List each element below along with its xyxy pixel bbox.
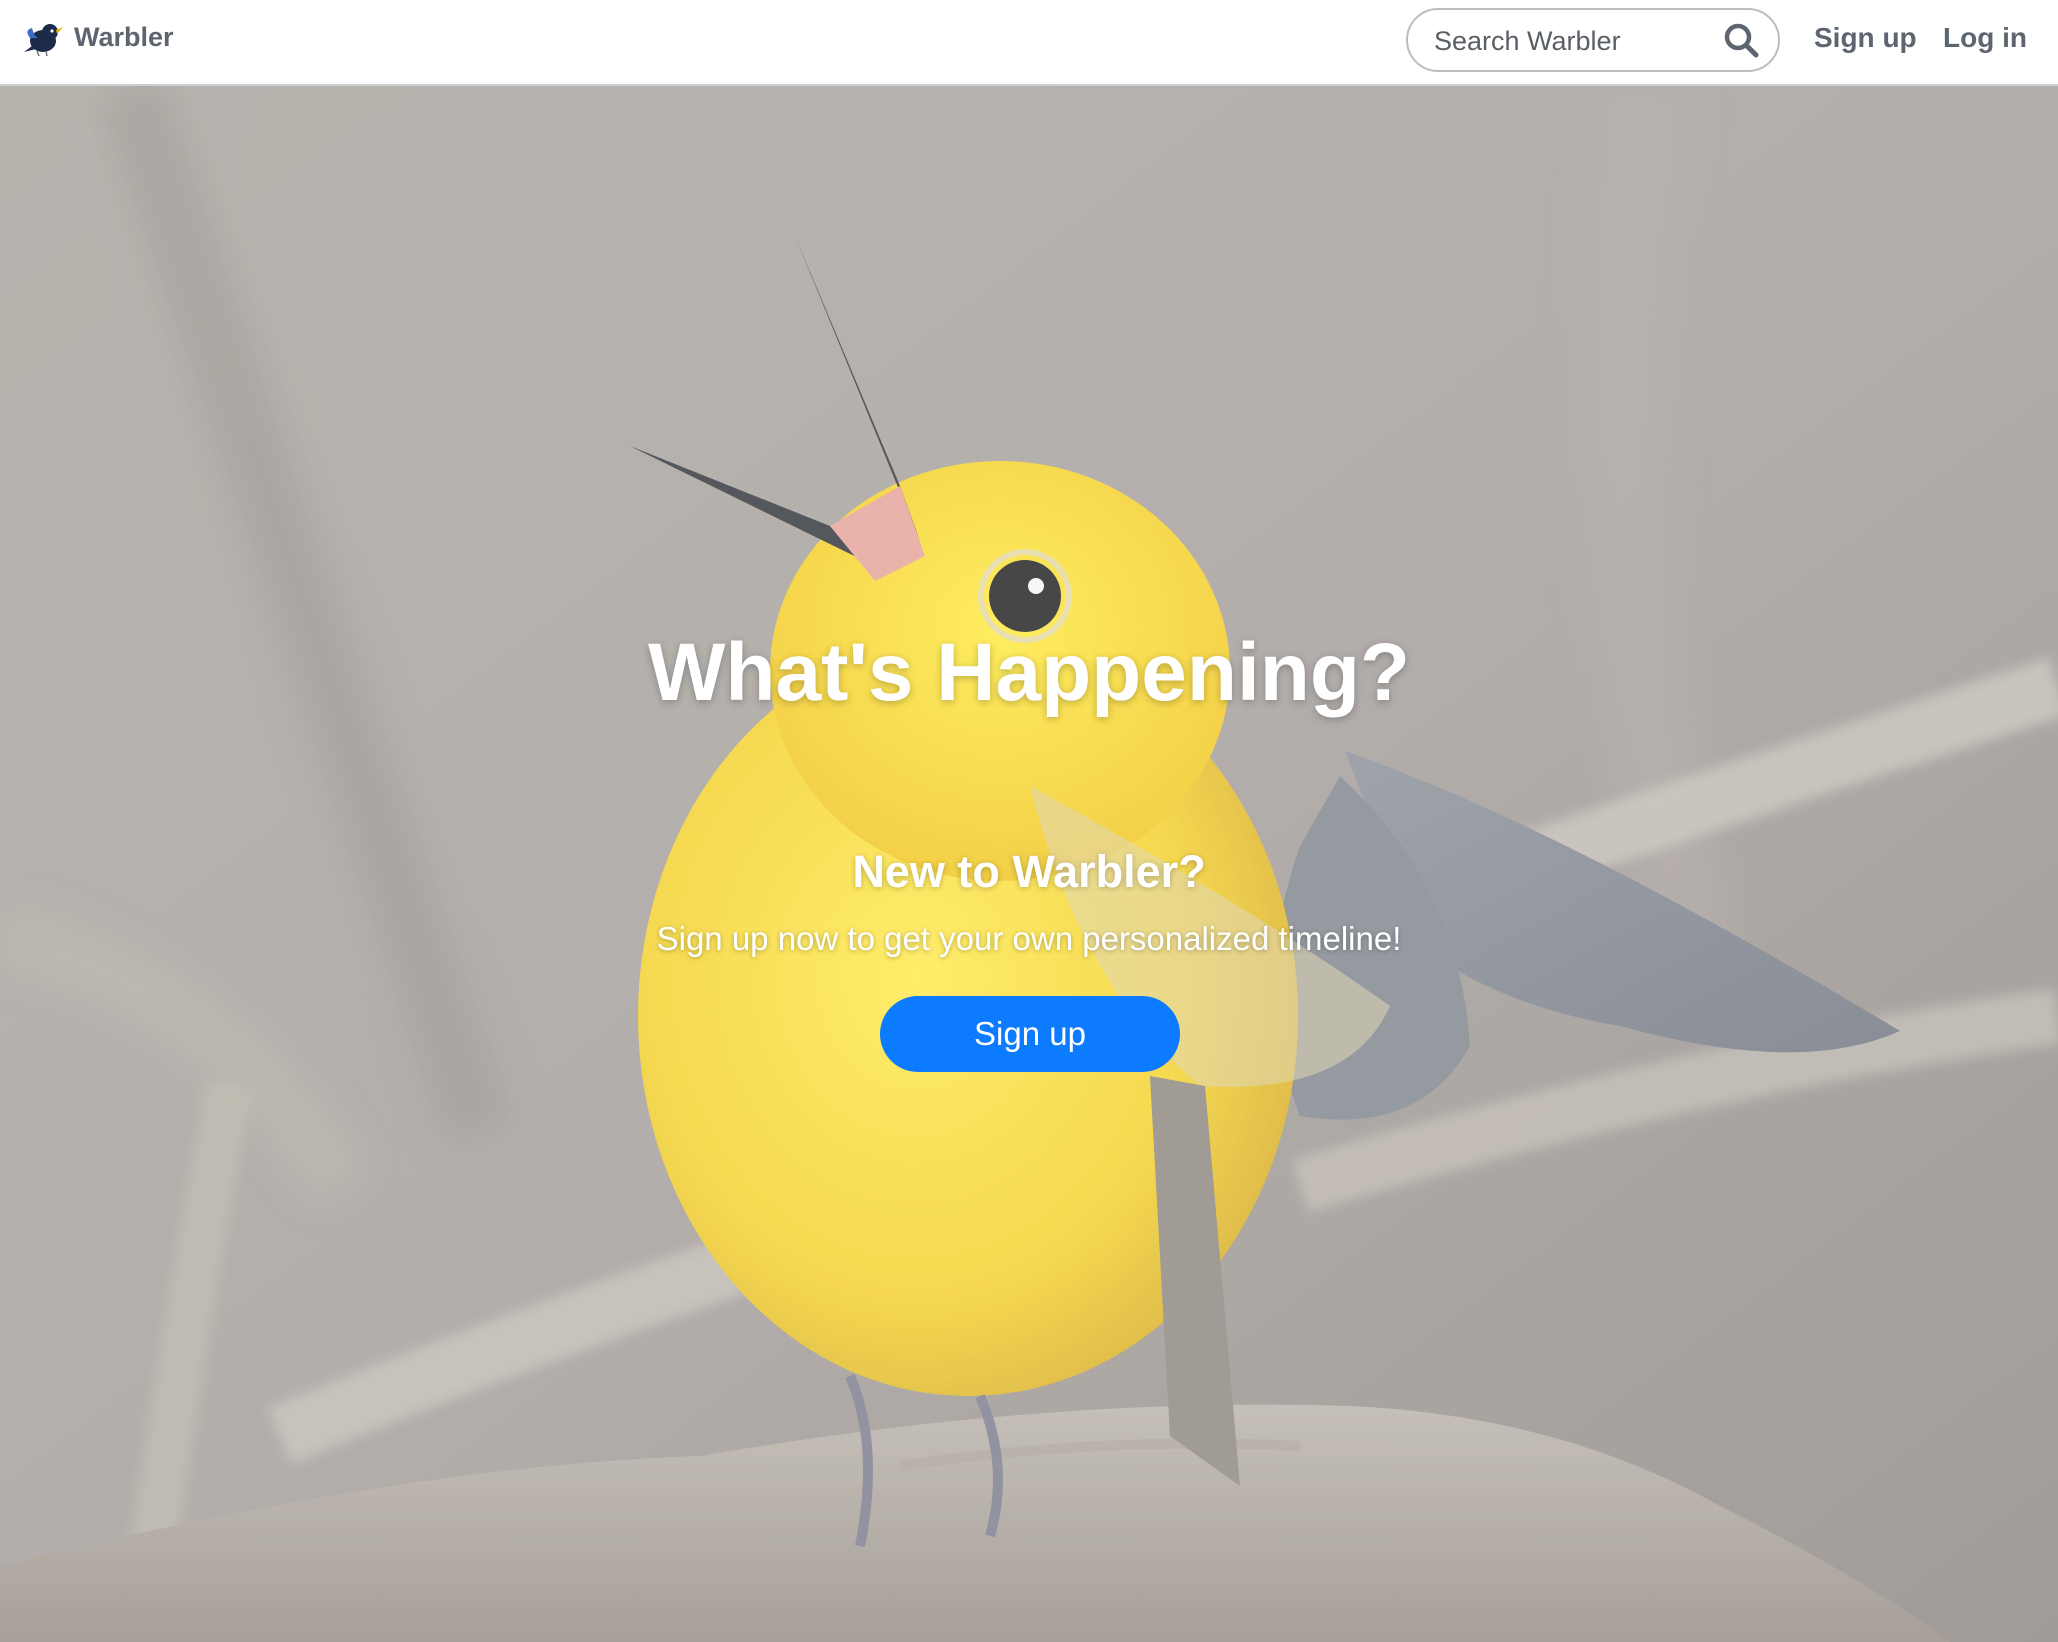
search-icon[interactable] [1720,19,1764,63]
hero-subhead: New to Warbler? [852,846,1206,897]
hero-tagline: Sign up now to get your own personalized… [656,920,1402,957]
nav-login-link[interactable]: Log in [1943,22,2027,54]
brand-name: Warbler [74,21,174,52]
search-input[interactable] [1432,20,1716,62]
nav-signup-link[interactable]: Sign up [1814,22,1917,54]
signup-cta-button[interactable]: Sign up [880,996,1180,1072]
hero-content: What's Happening? New to Warbler? Sign u… [0,86,2058,1642]
brand-link[interactable]: Warbler [22,16,174,58]
warbler-logo-icon [24,24,63,57]
top-navbar: Warbler Sign up Log in [0,0,2058,86]
search-box [1406,8,1780,72]
hero-section: What's Happening? New to Warbler? Sign u… [0,86,2058,1642]
hero-headline: What's Happening? [647,627,1411,718]
